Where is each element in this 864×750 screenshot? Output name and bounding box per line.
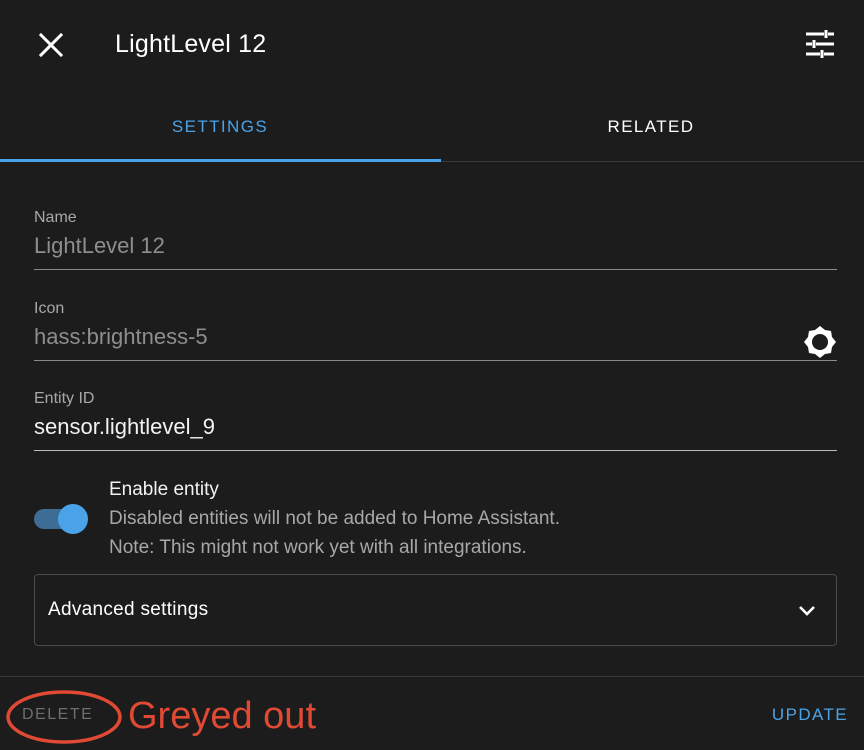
icon-field-underline	[34, 360, 837, 361]
close-icon	[38, 32, 64, 58]
enable-entity-description: Disabled entities will not be added to H…	[109, 508, 560, 529]
name-field-label: Name	[34, 209, 77, 226]
close-button[interactable]	[34, 28, 68, 62]
brightness-5-icon	[804, 326, 836, 358]
tab-settings-label: SETTINGS	[171, 117, 269, 136]
name-field-value[interactable]: LightLevel 12	[34, 233, 837, 259]
advanced-settings-expander[interactable]: Advanced settings	[34, 574, 837, 646]
toggle-knob	[58, 504, 88, 534]
tab-settings[interactable]: SETTINGS	[0, 92, 440, 162]
dialog-header: LightLevel 12	[0, 0, 864, 90]
entity-id-field-value[interactable]: sensor.lightlevel_9	[34, 414, 837, 440]
tab-related[interactable]: RELATED	[438, 92, 864, 162]
enable-entity-title: Enable entity	[109, 479, 219, 500]
icon-field-value[interactable]: hass:brightness-5	[34, 324, 837, 350]
entity-settings-dialog: LightLevel 12 SETTINGS RELATED Name Ligh…	[0, 0, 864, 750]
tab-bar: SETTINGS RELATED	[0, 92, 864, 162]
entity-id-field[interactable]: Entity ID sensor.lightlevel_9	[34, 390, 837, 452]
entity-id-field-label: Entity ID	[34, 390, 95, 407]
advanced-settings-button[interactable]	[804, 28, 836, 60]
tune-icon	[806, 30, 834, 58]
enable-entity-note: Note: This might not work yet with all i…	[109, 537, 527, 558]
icon-field-label: Icon	[34, 300, 65, 317]
name-field[interactable]: Name LightLevel 12	[34, 209, 837, 271]
dialog-title: LightLevel 12	[115, 30, 267, 58]
tab-related-label: RELATED	[607, 117, 695, 136]
name-field-underline	[34, 269, 837, 270]
annotation-ellipse	[6, 690, 122, 744]
icon-field[interactable]: Icon hass:brightness-5	[34, 300, 837, 362]
advanced-settings-label: Advanced settings	[48, 599, 209, 620]
active-tab-indicator	[0, 159, 441, 162]
enable-entity-toggle[interactable]	[34, 503, 88, 534]
entity-id-field-underline	[34, 450, 837, 451]
update-button[interactable]: UPDATE	[772, 705, 848, 725]
annotation-label: Greyed out	[128, 695, 316, 737]
chevron-down-icon	[799, 606, 815, 616]
